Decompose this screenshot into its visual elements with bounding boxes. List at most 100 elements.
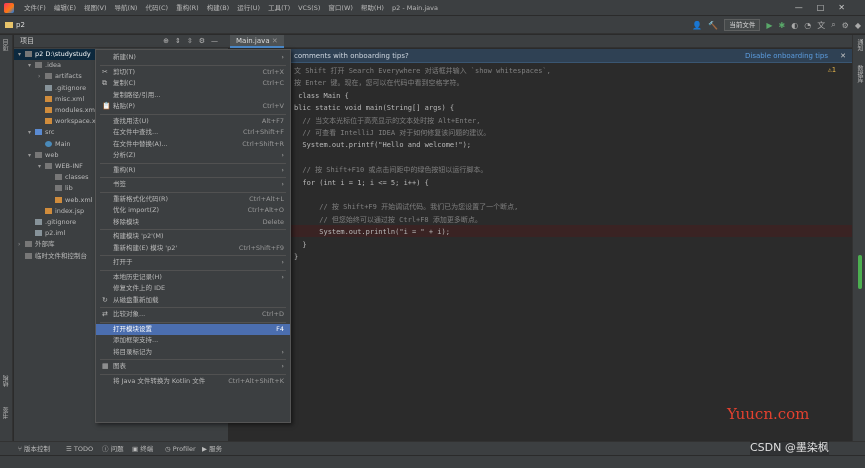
menu-item[interactable]: 导航(N): [115, 0, 138, 16]
menu-item[interactable]: 帮助(H): [361, 0, 384, 16]
hide-icon[interactable]: —: [211, 37, 224, 45]
context-menu-item[interactable]: 修复文件上的 IDE: [96, 283, 290, 294]
context-menu-item[interactable]: 新建(N) ›: [96, 52, 290, 63]
chevron-icon[interactable]: ›: [38, 71, 45, 82]
tree-node[interactable]: workspace.xml: [14, 116, 104, 127]
context-menu-item[interactable]: 添加框架支持...: [96, 335, 290, 346]
bookmarks-tool-tab[interactable]: 书签: [2, 407, 11, 419]
tree-node[interactable]: Main: [14, 139, 71, 150]
expand-all-icon[interactable]: ⇕: [175, 37, 187, 45]
search-icon[interactable]: ⌕: [831, 20, 835, 30]
context-menu-item[interactable]: 📋 粘贴(P) Ctrl+V: [96, 101, 290, 112]
database-tool-tab[interactable]: 数据库: [855, 65, 864, 83]
context-menu-item[interactable]: 查找用法(U) Alt+F7: [96, 116, 290, 127]
menu-item[interactable]: 窗口(W): [328, 0, 353, 16]
tool-window-button[interactable]: ▶ 服务: [202, 442, 222, 456]
run-configuration-select[interactable]: 当前文件: [724, 19, 761, 31]
chevron-icon[interactable]: ▾: [18, 49, 25, 60]
context-menu-item[interactable]: 移除模块 Delete: [96, 217, 290, 228]
code-editor[interactable]: ⚠1 文 Shift 打开 Search Everywhere 对话框并输入 `…: [290, 64, 852, 441]
context-menu-item[interactable]: 打开于 ›: [96, 257, 290, 268]
tree-node[interactable]: index.jsp: [14, 206, 84, 217]
window-controls[interactable]: —□✕: [795, 0, 859, 16]
tree-node[interactable]: › artifacts: [14, 71, 82, 82]
chevron-icon[interactable]: ▾: [28, 60, 35, 71]
scrollbar-thumb[interactable]: [858, 255, 862, 289]
build-hammer-icon[interactable]: 🔨: [708, 21, 718, 30]
profiler-icon[interactable]: ◔: [804, 21, 811, 30]
context-menu-item[interactable]: ▦ 图表 ›: [96, 361, 290, 372]
context-menu-item[interactable]: 打开模块设置 F4: [96, 323, 290, 335]
tool-window-button[interactable]: ☰ TODO: [66, 442, 93, 456]
tree-node[interactable]: .gitignore: [14, 217, 76, 228]
chevron-icon[interactable]: ▾: [28, 150, 35, 161]
tool-window-button[interactable]: ▣ 终端: [132, 442, 153, 456]
context-menu-item[interactable]: 书签 ›: [96, 179, 290, 190]
context-menu-item[interactable]: ⇄ 比较对象... Ctrl+D: [96, 309, 290, 320]
jetbrains-icon[interactable]: ◆: [855, 21, 861, 30]
context-menu-item[interactable]: 本地历史记录(H) ›: [96, 272, 290, 283]
context-menu-item[interactable]: ↻ 从磁盘重新加载: [96, 295, 290, 306]
context-menu-item[interactable]: 将 Java 文件转换为 Kotlin 文件 Ctrl+Alt+Shift+K: [96, 376, 290, 387]
tool-window-button[interactable]: ⑂ 版本控制: [18, 442, 50, 456]
chevron-icon[interactable]: ▾: [38, 161, 45, 172]
tree-node[interactable]: classes: [14, 172, 89, 183]
translate-icon[interactable]: 文: [817, 20, 825, 31]
context-menu-item[interactable]: 构建模块 'p2'(M): [96, 231, 290, 242]
menu-item[interactable]: 代码(C): [145, 0, 168, 16]
chevron-icon[interactable]: ›: [18, 239, 25, 250]
tree-node[interactable]: web.xml: [14, 195, 93, 206]
menu-item[interactable]: 工具(T): [268, 0, 290, 16]
run-icon[interactable]: ▶: [766, 21, 772, 30]
tree-node[interactable]: misc.xml: [14, 94, 84, 105]
tree-node[interactable]: › 外部库: [14, 239, 55, 250]
user-icon[interactable]: 👤: [692, 21, 702, 30]
structure-tool-tab[interactable]: 结构: [2, 375, 11, 387]
debug-icon[interactable]: ✱: [779, 21, 786, 30]
context-menu-item[interactable]: 将目录标记为 ›: [96, 347, 290, 358]
context-menu-item[interactable]: 重构(R) ›: [96, 165, 290, 176]
close-banner-icon[interactable]: ✕: [840, 49, 846, 63]
tree-node[interactable]: ▾ .idea: [14, 60, 61, 71]
tree-node[interactable]: ▾ src: [14, 127, 55, 138]
menu-item[interactable]: 构建(B): [207, 0, 230, 16]
tree-node[interactable]: .gitignore: [14, 83, 86, 94]
tree-node[interactable]: modules.xml: [14, 105, 97, 116]
breadcrumb[interactable]: p2: [5, 16, 25, 34]
context-menu-item[interactable]: 在文件中查找... Ctrl+Shift+F: [96, 127, 290, 138]
project-panel-title[interactable]: 项目: [20, 37, 34, 45]
context-menu-item[interactable]: 优化 import(Z) Ctrl+Alt+O: [96, 205, 290, 216]
coverage-icon[interactable]: ◐: [791, 21, 798, 30]
context-menu-item[interactable]: 在文件中替换(A)... Ctrl+Shift+R: [96, 139, 290, 150]
tree-node[interactable]: p2.iml: [14, 228, 65, 239]
gear-icon[interactable]: ⚙: [199, 37, 211, 45]
disable-onboarding-link[interactable]: Disable onboarding tips: [745, 49, 828, 63]
warning-indicator[interactable]: ⚠1: [828, 66, 836, 74]
context-menu-item[interactable]: 重新格式化代码(R) Ctrl+Alt+L: [96, 194, 290, 205]
tree-node[interactable]: 临时文件和控制台: [14, 251, 87, 262]
context-menu-item[interactable]: 重新构建(E) 模块 'p2' Ctrl+Shift+F9: [96, 243, 290, 254]
context-menu-item[interactable]: 复制路径/引用...: [96, 90, 290, 101]
locate-icon[interactable]: ⊕: [163, 37, 175, 45]
context-menu-item[interactable]: ⧉ 复制(C) Ctrl+C: [96, 78, 290, 89]
tree-node[interactable]: ▾ WEB-INF: [14, 161, 83, 172]
chevron-icon[interactable]: ▾: [28, 127, 35, 138]
menu-item[interactable]: 编辑(E): [54, 0, 76, 16]
tool-window-button[interactable]: ◷ Profiler: [165, 442, 196, 456]
settings-icon[interactable]: ⚙: [842, 21, 849, 30]
context-menu-item[interactable]: 分析(Z) ›: [96, 150, 290, 161]
tree-node[interactable]: lib: [14, 183, 73, 194]
tree-node[interactable]: ▾ web: [14, 150, 58, 161]
menu-item[interactable]: 视图(V): [84, 0, 107, 16]
close-icon[interactable]: ✕: [272, 37, 278, 45]
menu-item[interactable]: 运行(U): [237, 0, 260, 16]
tab-main-java[interactable]: Main.java ✕: [230, 35, 284, 48]
collapse-all-icon[interactable]: ⇳: [187, 37, 199, 45]
menu-item[interactable]: 重构(R): [176, 0, 199, 16]
menu-item[interactable]: VCS(S): [298, 0, 320, 16]
context-menu-item[interactable]: ✂ 剪切(T) Ctrl+X: [96, 67, 290, 78]
project-tool-tab[interactable]: 项目: [2, 39, 11, 51]
notifications-tool-tab[interactable]: 通知: [855, 39, 864, 51]
tool-window-button[interactable]: ⓘ 问题: [102, 442, 124, 456]
menu-item[interactable]: 文件(F): [24, 0, 46, 16]
